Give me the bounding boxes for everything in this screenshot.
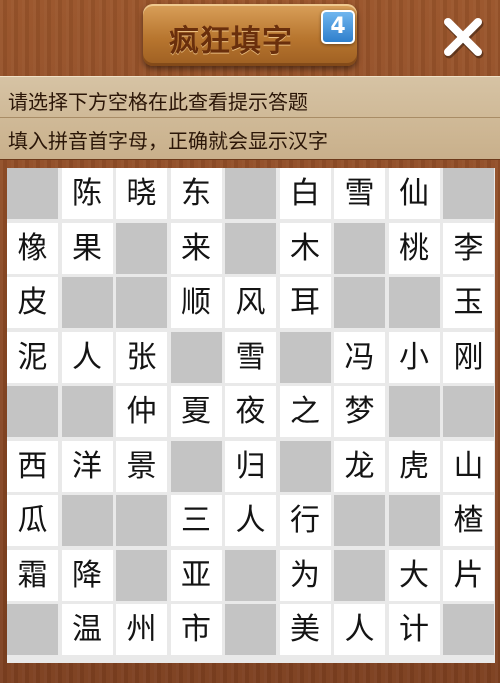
- grid-cell-empty[interactable]: [170, 440, 222, 492]
- grid-cell[interactable]: 州: [116, 604, 167, 655]
- grid-cell[interactable]: 为: [279, 549, 331, 601]
- grid-cell[interactable]: 风: [225, 277, 276, 328]
- grid-cell-empty[interactable]: [116, 277, 167, 328]
- grid-cell[interactable]: 西: [7, 440, 58, 492]
- grid-cell[interactable]: 橡: [7, 222, 58, 274]
- grid-cell[interactable]: 瓜: [7, 495, 58, 546]
- close-x-icon: [444, 18, 484, 59]
- hint-instruction-pinyin: 填入拼音首字母，正确就会显示汉字: [8, 129, 328, 153]
- grid-cell[interactable]: 龙: [334, 440, 385, 492]
- grid-cell[interactable]: 仲: [116, 386, 167, 437]
- grid-cell-empty[interactable]: [225, 168, 276, 219]
- grid-cell-empty[interactable]: [7, 168, 58, 219]
- grid-cell[interactable]: 张: [116, 331, 167, 383]
- grid-cell-empty[interactable]: [279, 331, 331, 383]
- grid-cell-empty[interactable]: [225, 549, 276, 601]
- close-button[interactable]: [440, 14, 486, 60]
- grid-cell-empty[interactable]: [225, 604, 276, 655]
- grid-cell[interactable]: 顺: [170, 277, 222, 328]
- grid-cell[interactable]: 市: [170, 604, 222, 655]
- grid-cell[interactable]: 白: [279, 168, 331, 219]
- grid-cell[interactable]: 虎: [388, 440, 440, 492]
- grid-cell-empty[interactable]: [116, 495, 167, 546]
- grid-cell-empty[interactable]: [7, 604, 58, 655]
- grid-cell[interactable]: 人: [61, 331, 113, 383]
- grid-cell[interactable]: 泥: [7, 331, 58, 383]
- grid-cell[interactable]: 大: [388, 549, 440, 601]
- grid-cell-empty[interactable]: [334, 222, 385, 274]
- level-badge: 4: [321, 10, 355, 44]
- grid-cell[interactable]: 玉: [443, 277, 494, 328]
- grid-cell-empty[interactable]: [225, 222, 276, 274]
- grid-cell[interactable]: 亚: [170, 549, 222, 601]
- grid-cell-empty[interactable]: [61, 277, 113, 328]
- grid-cell[interactable]: 梦: [334, 386, 385, 437]
- grid-cell-empty[interactable]: [334, 277, 385, 328]
- title-plate: 疯狂填字 4: [143, 4, 357, 66]
- grid-cell[interactable]: 景: [116, 440, 167, 492]
- grid-cell[interactable]: 桃: [388, 222, 440, 274]
- hint-divider: [0, 117, 500, 118]
- grid-cell-empty[interactable]: [443, 604, 494, 655]
- grid-cell[interactable]: 美: [279, 604, 331, 655]
- grid-cell[interactable]: 霜: [7, 549, 58, 601]
- grid-cell-empty[interactable]: [7, 386, 58, 437]
- grid-cell[interactable]: 降: [61, 549, 113, 601]
- grid-cell-empty[interactable]: [279, 440, 331, 492]
- grid-cell[interactable]: 冯: [334, 331, 385, 383]
- grid-cell[interactable]: 皮: [7, 277, 58, 328]
- grid-cell[interactable]: 夜: [225, 386, 276, 437]
- grid-cell[interactable]: 洋: [61, 440, 113, 492]
- grid-cell[interactable]: 耳: [279, 277, 331, 328]
- game-title: 疯狂填字: [169, 24, 293, 59]
- grid-cell[interactable]: 片: [443, 549, 494, 601]
- grid-cell[interactable]: 计: [388, 604, 440, 655]
- grid-cell[interactable]: 晓: [116, 168, 167, 219]
- grid-cell[interactable]: 归: [225, 440, 276, 492]
- grid-cell[interactable]: 山: [443, 440, 494, 492]
- grid-cell[interactable]: 仙: [388, 168, 440, 219]
- grid-cell-empty[interactable]: [388, 495, 440, 546]
- grid-cell-empty[interactable]: [116, 222, 167, 274]
- grid-cell[interactable]: 行: [279, 495, 331, 546]
- grid-cell-empty[interactable]: [388, 386, 440, 437]
- grid-cell-empty[interactable]: [388, 277, 440, 328]
- grid-cell[interactable]: 雪: [334, 168, 385, 219]
- hint-instruction-select: 请选择下方空格在此查看提示答题: [8, 90, 308, 114]
- grid-cell-empty[interactable]: [61, 386, 113, 437]
- grid-cell-empty[interactable]: [61, 495, 113, 546]
- grid-cell[interactable]: 夏: [170, 386, 222, 437]
- grid-cell[interactable]: 陈: [61, 168, 113, 219]
- grid-cell[interactable]: 来: [170, 222, 222, 274]
- grid-cell[interactable]: 三: [170, 495, 222, 546]
- top-bar: 疯狂填字 4: [0, 0, 500, 74]
- grid-cell[interactable]: 之: [279, 386, 331, 437]
- grid-cell[interactable]: 人: [334, 604, 385, 655]
- grid-cell[interactable]: 李: [443, 222, 494, 274]
- grid-cell[interactable]: 东: [170, 168, 222, 219]
- grid-cell[interactable]: 刚: [443, 331, 494, 383]
- hint-panel: 请选择下方空格在此查看提示答题 填入拼音首字母，正确就会显示汉字: [0, 76, 500, 160]
- grid-cell[interactable]: 温: [61, 604, 113, 655]
- grid-cell[interactable]: 木: [279, 222, 331, 274]
- grid-cell-empty[interactable]: [116, 549, 167, 601]
- grid-cell[interactable]: 楂: [443, 495, 494, 546]
- crossword-board: 陈晓东白雪仙橡果来木桃李皮顺风耳玉泥人张雪冯小刚仲夏夜之梦西洋景归龙虎山瓜三人行…: [7, 168, 495, 663]
- grid-cell[interactable]: 雪: [225, 331, 276, 383]
- grid-cell-empty[interactable]: [443, 386, 494, 437]
- grid-cell[interactable]: 小: [388, 331, 440, 383]
- grid-cell-empty[interactable]: [334, 495, 385, 546]
- grid-cell-empty[interactable]: [443, 168, 494, 219]
- grid-cell[interactable]: 果: [61, 222, 113, 274]
- grid-cell[interactable]: 人: [225, 495, 276, 546]
- grid-cell-empty[interactable]: [334, 549, 385, 601]
- grid-cell-empty[interactable]: [170, 331, 222, 383]
